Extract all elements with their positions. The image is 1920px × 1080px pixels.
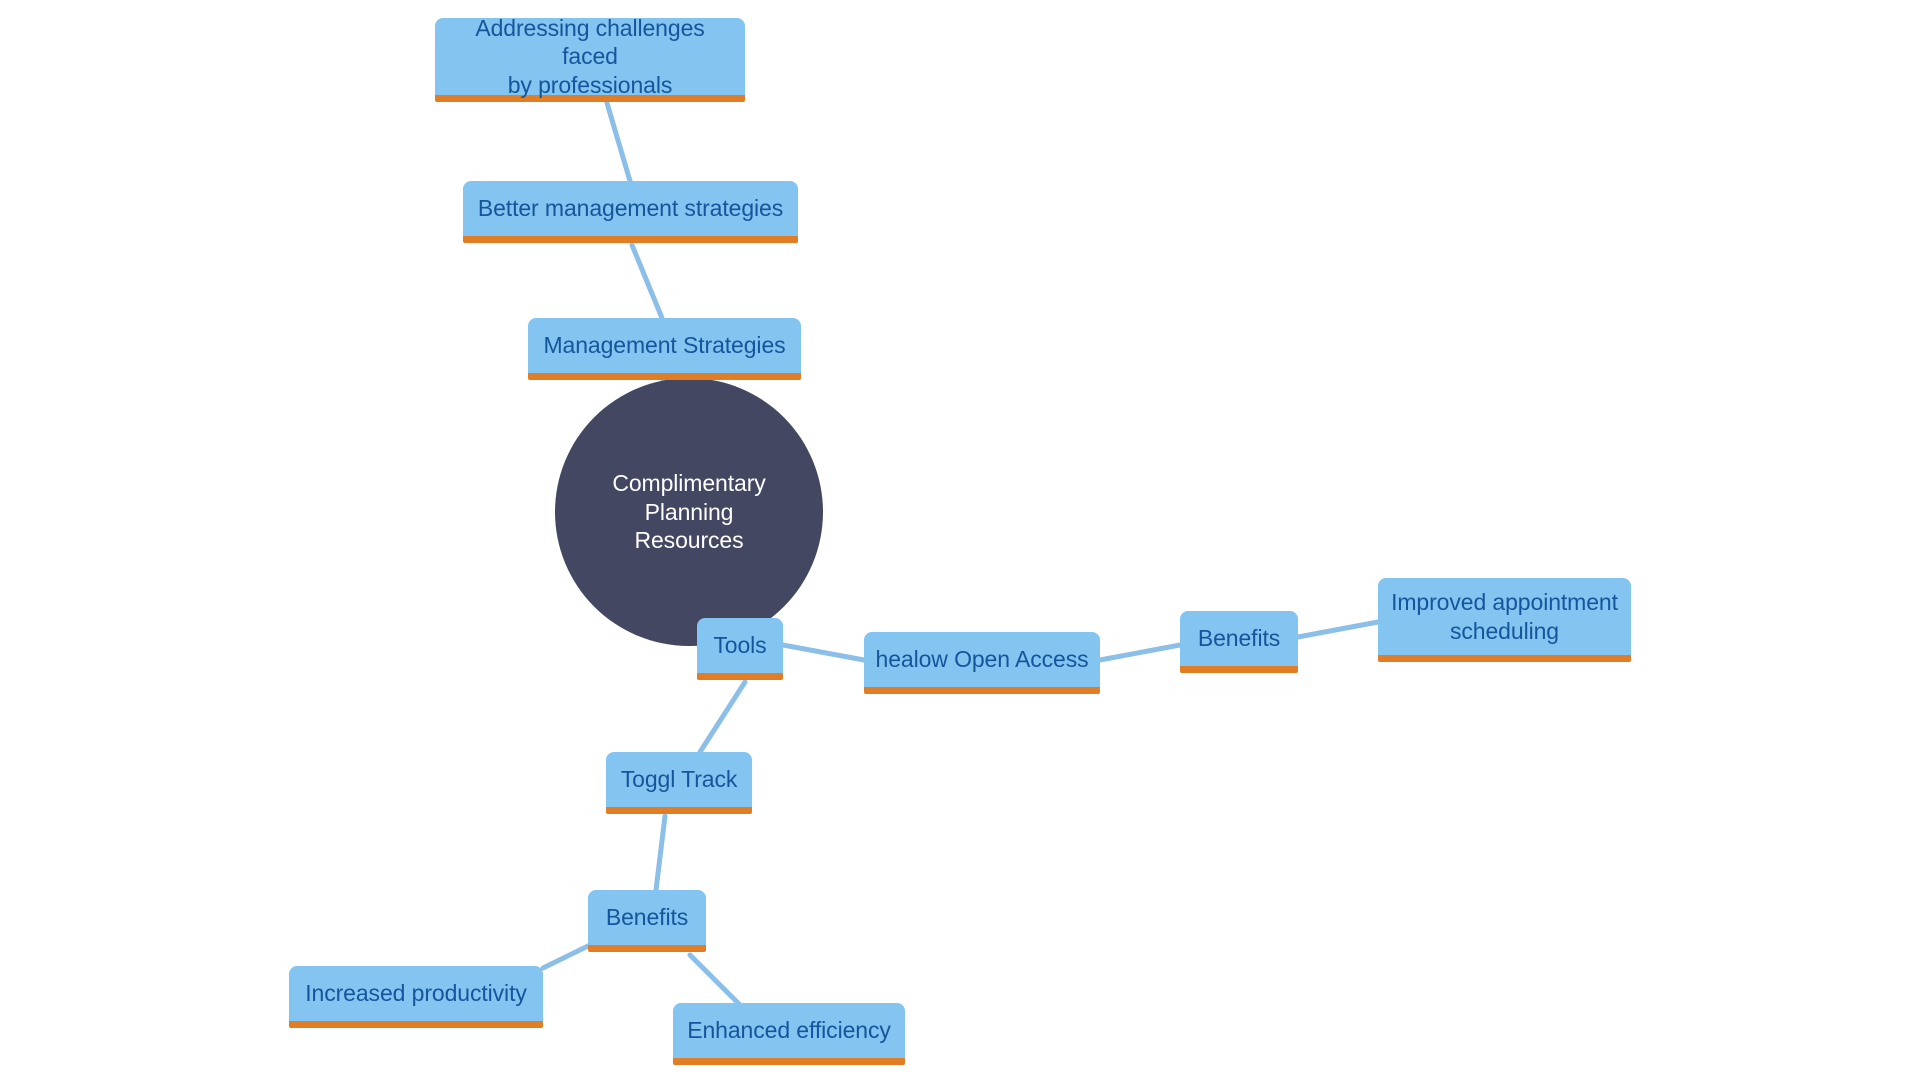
mindmap-node-benefits-toggl[interactable]: Benefits (588, 890, 706, 952)
edge-benefits-increased (540, 943, 591, 971)
edge-better-addressing (604, 100, 633, 184)
mindmap-canvas: Complimentary Planning Resources Manageme… (0, 0, 1920, 1080)
edge-healow-benefits (1097, 642, 1183, 663)
edge-layer (540, 100, 1381, 1008)
mindmap-node-enhanced-efficiency[interactable]: Enhanced efficiency (673, 1003, 905, 1065)
edge-tools-toggl (697, 679, 748, 755)
mindmap-node-addressing-challenges[interactable]: Addressing challenges faced by professio… (435, 15, 745, 102)
mindmap-node-better-management-strategies[interactable]: Better management strategies (463, 181, 798, 243)
edge-tools-healow (780, 642, 867, 663)
mindmap-node-benefits-healow[interactable]: Benefits (1180, 611, 1298, 673)
edge-benefits-improved (1295, 619, 1381, 640)
mindmap-node-root[interactable]: Complimentary Planning Resources (555, 378, 823, 646)
mindmap-node-improved-appointment-scheduling[interactable]: Improved appointment scheduling (1378, 578, 1631, 662)
edge-management-better (629, 242, 665, 321)
mindmap-node-tools[interactable]: Tools (697, 618, 783, 680)
mindmap-node-increased-productivity[interactable]: Increased productivity (289, 966, 543, 1028)
mindmap-node-healow-open-access[interactable]: healow Open Access (864, 632, 1100, 694)
edge-toggl-benefits (653, 813, 668, 893)
mindmap-node-toggl-track[interactable]: Toggl Track (606, 752, 752, 814)
edge-benefits-enhanced (687, 952, 743, 1008)
mindmap-node-management-strategies[interactable]: Management Strategies (528, 318, 801, 380)
